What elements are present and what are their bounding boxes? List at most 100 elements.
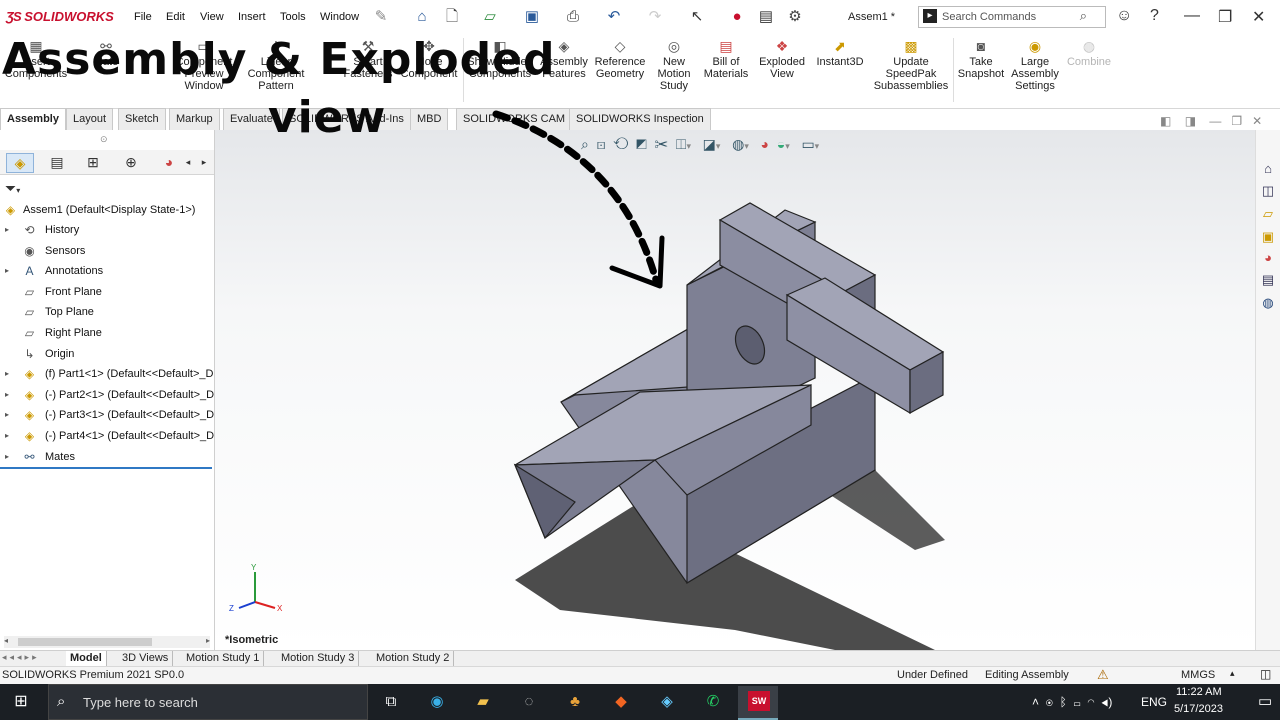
status-help-icon[interactable]: ◫ — [1260, 667, 1271, 681]
app-icon-1[interactable]: ◌ — [518, 691, 540, 713]
restore-icon[interactable]: ❐ — [1218, 7, 1232, 27]
menu-view[interactable]: View — [200, 11, 224, 23]
tab-scroll-arrows-icon[interactable]: ◂◂◂▸▸ — [2, 652, 40, 663]
appearances-icon[interactable]: ◕ — [1259, 249, 1277, 267]
custom-properties-icon[interactable]: ▤ — [1259, 271, 1277, 289]
display-manager-tab-icon[interactable]: ◕ — [156, 153, 182, 171]
tab-3d-views[interactable]: 3D Views — [118, 651, 174, 666]
save-icon[interactable]: ▣ — [523, 8, 541, 26]
camera-tray-icon[interactable]: ◉ — [1046, 695, 1053, 709]
search-icon[interactable]: ⌕ — [1080, 8, 1087, 24]
tree-rollback-bar[interactable] — [0, 467, 212, 469]
expand-arrow-icon[interactable]: ▸ — [5, 405, 9, 425]
unit-system[interactable]: MMGS — [1181, 669, 1215, 681]
app-icon-3[interactable]: ◈ — [656, 691, 678, 713]
print-icon[interactable]: ⎙ — [564, 8, 582, 26]
tab-model[interactable]: Model — [66, 651, 107, 666]
volume-icon[interactable]: ◀) — [1101, 695, 1112, 709]
expand-arrow-icon[interactable]: ▸ — [5, 261, 9, 281]
dimxpert-tab-icon[interactable]: ⊕ — [118, 153, 144, 171]
tab-layout[interactable]: Layout — [66, 108, 114, 130]
menu-file[interactable]: File — [134, 11, 152, 23]
bluetooth-icon[interactable]: ᛒ — [1060, 695, 1067, 709]
panel-scroll-left-icon[interactable]: ◂ — [182, 153, 194, 171]
solidworks-taskbar-button[interactable]: SW — [738, 686, 778, 720]
wifi-icon[interactable]: ◠ — [1087, 695, 1094, 709]
viewport-restore-icon[interactable]: ❐ — [1231, 114, 1242, 128]
design-library-icon[interactable]: ◫ — [1259, 182, 1277, 200]
viewport-close-icon[interactable]: ✕ — [1252, 114, 1262, 128]
view-palette-icon[interactable]: ▣ — [1259, 228, 1277, 246]
file-explorer-taskbar-icon[interactable]: ▰ — [472, 691, 494, 713]
expand-arrow-icon[interactable]: ▸ — [5, 426, 9, 446]
undo-icon[interactable]: ↶ — [605, 8, 623, 26]
filter-icon[interactable]: ⏷▾ — [5, 180, 20, 197]
clock-time[interactable]: 11:22 AM — [1176, 686, 1222, 698]
app-icon-2[interactable]: ♣ — [564, 691, 586, 713]
system-tray-icons[interactable]: ˄ ◉ ᛒ ▭ ◠ ◀) — [1032, 695, 1112, 709]
tab-motion-study-3[interactable]: Motion Study 3 — [277, 651, 360, 666]
instant3d-button[interactable]: ⬈ Instant3D — [814, 38, 866, 68]
new-motion-study-button[interactable]: ◎ New Motion Study — [650, 38, 698, 92]
menu-window[interactable]: Window — [320, 11, 359, 23]
exploded-view-button[interactable]: ❖ Exploded View — [756, 38, 808, 80]
home-icon[interactable]: ⌂ — [413, 8, 431, 26]
new-document-icon[interactable]: 🗋 — [443, 8, 461, 26]
solidworks-logo[interactable]: ƷS SOLIDWORKS — [6, 9, 114, 24]
clock-date[interactable]: 5/17/2023 — [1174, 703, 1223, 715]
menu-tools[interactable]: Tools — [280, 11, 306, 23]
take-snapshot-button[interactable]: ◙ Take Snapshot — [956, 38, 1006, 80]
tab-assembly[interactable]: Assembly — [0, 108, 66, 130]
search-scope-icon[interactable]: ▸ — [923, 9, 937, 23]
tab-mbd[interactable]: MBD — [410, 108, 449, 130]
bill-of-materials-button[interactable]: ▤ Bill of Materials — [702, 38, 750, 80]
select-cursor-icon[interactable]: ↖ — [688, 8, 706, 26]
update-speedpak-button[interactable]: ▩ Update SpeedPak Subassemblies — [872, 38, 950, 92]
menu-insert[interactable]: Insert — [238, 11, 266, 23]
forum-icon[interactable]: ◍ — [1259, 294, 1277, 312]
tile-right-icon[interactable]: ◨ — [1185, 114, 1196, 128]
viewport-minimize-icon[interactable]: — — [1209, 114, 1221, 128]
reference-geometry-button[interactable]: ◇ Reference Geometry — [592, 38, 648, 80]
notification-icon[interactable]: ▭ — [1258, 692, 1272, 710]
large-assembly-button[interactable]: ◉ Large Assembly Settings — [1010, 38, 1060, 92]
search-commands-box[interactable]: ▸ Search Commands ⌕ — [918, 6, 1106, 28]
brave-browser-icon[interactable]: ◆ — [610, 691, 632, 713]
expand-arrow-icon[interactable]: ▸ — [5, 385, 9, 405]
show-hidden-icons-icon[interactable]: ˄ — [1032, 695, 1039, 709]
tab-motion-study-2[interactable]: Motion Study 2 — [372, 651, 455, 666]
open-folder-icon[interactable]: ▱ — [481, 8, 499, 26]
expand-arrow-icon[interactable]: ▸ — [5, 447, 9, 467]
expand-arrow-icon[interactable]: ▸ — [5, 220, 9, 240]
file-explorer-icon[interactable]: ▱ — [1259, 205, 1277, 223]
rebuild-status-icon[interactable]: ⚠ — [1097, 667, 1109, 683]
unit-dropdown-icon[interactable]: ▴ — [1230, 668, 1235, 679]
scroll-right-icon[interactable]: ▸ — [206, 636, 210, 645]
tab-motion-study-1[interactable]: Motion Study 1 — [182, 651, 265, 666]
menu-edit[interactable]: Edit — [166, 11, 185, 23]
scroll-left-icon[interactable]: ◂ — [4, 636, 8, 645]
property-manager-tab-icon[interactable]: ▤ — [44, 153, 70, 171]
taskbar-search-box[interactable]: ⌕ Type here to search — [48, 684, 368, 720]
battery-icon[interactable]: ▭ — [1073, 695, 1080, 709]
solidworks-resources-icon[interactable]: ⌂ — [1259, 160, 1277, 178]
panel-scroll-right-icon[interactable]: ▸ — [198, 153, 210, 171]
assembly-model[interactable] — [215, 130, 1255, 650]
whatsapp-icon[interactable]: ✆ — [702, 691, 724, 713]
tile-left-icon[interactable]: ◧ — [1160, 114, 1171, 128]
feature-tree-tab-icon[interactable]: ◈ — [6, 153, 34, 173]
panel-horizontal-scrollbar[interactable]: ◂ ▸ — [4, 636, 210, 648]
windows-start-icon[interactable]: ⊞ — [10, 691, 32, 713]
scrollbar-thumb[interactable] — [18, 638, 152, 646]
tab-markup[interactable]: Markup — [169, 108, 220, 130]
language-indicator[interactable]: ENG — [1141, 695, 1167, 709]
expand-arrow-icon[interactable]: ▸ — [5, 364, 9, 384]
minimize-icon[interactable]: — — [1184, 7, 1200, 25]
pin-icon[interactable]: ✎ — [372, 8, 390, 26]
rebuild-icon[interactable]: ● — [728, 8, 746, 26]
graphics-area[interactable]: ⌕ ⊡ ⟲ ◩ ✂ ◫▾ ◪▾ ◍▾ ◕ ◒▾ ▭▾ Y X Z *Isomet… — [215, 130, 1255, 650]
task-view-icon[interactable]: ⧉ — [380, 691, 402, 713]
edge-browser-icon[interactable]: ◉ — [426, 691, 448, 713]
configuration-tab-icon[interactable]: ⊞ — [80, 153, 106, 171]
tab-sketch[interactable]: Sketch — [118, 108, 166, 130]
